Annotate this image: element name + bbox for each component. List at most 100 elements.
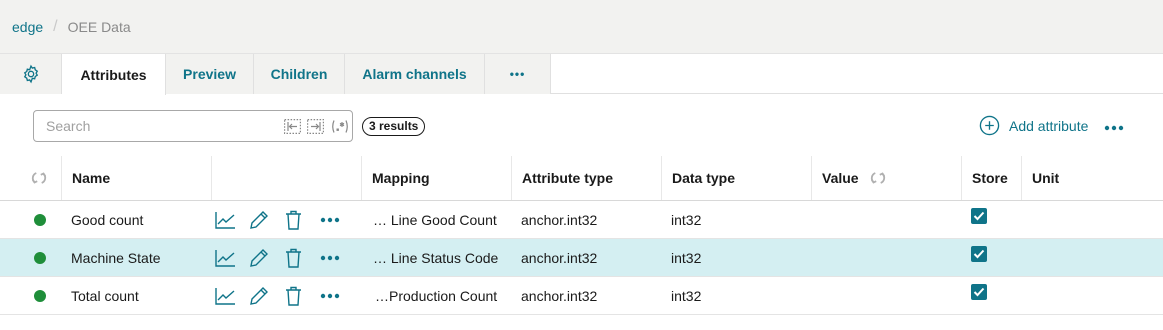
checkbox-checked-icon [971,284,987,300]
status-indicator [34,239,46,276]
more-horizontal-icon [320,217,340,222]
mapping-cell: … Line Good Count [373,201,497,238]
data-type-cell: int32 [671,239,701,276]
breadcrumb: edge / OEE Data [0,0,1163,54]
tab-preview[interactable]: Preview [166,54,254,94]
table-row[interactable]: Machine State … Line Status Code anchor.… [0,239,1163,277]
pencil-icon [250,210,268,229]
mapping-cell: … Line Status Code [373,239,498,276]
table-row[interactable]: Good count … Line Good Count anchor.int3… [0,201,1163,239]
checkbox-checked-icon [971,246,987,262]
attribute-type-cell: anchor.int32 [521,277,597,314]
column-header-value-label[interactable]: Value [822,170,859,186]
add-attribute-button[interactable]: Add attribute [979,115,1088,136]
trash-icon [286,286,301,306]
attribute-type-cell: anchor.int32 [521,239,597,276]
refresh-status-button[interactable] [30,156,61,200]
regex-icon[interactable] [331,119,349,137]
attribute-name-cell: Good count [71,201,143,238]
edit-button[interactable] [249,201,269,238]
mapping-value: … Line Good Count [373,211,497,228]
column-header-value: Value [811,156,961,200]
status-indicator [34,201,46,238]
edit-button[interactable] [249,239,269,276]
chart-button[interactable] [215,277,236,314]
column-header-mapping[interactable]: Mapping [361,156,511,200]
status-dot [34,289,46,302]
store-checkbox[interactable] [971,277,987,314]
breadcrumb-root-link[interactable]: edge [12,19,43,35]
search-box [33,110,353,142]
table-header: Name Mapping Attribute type Data type Va… [0,156,1163,201]
attribute-type-value: anchor.int32 [521,249,598,266]
mapping-value: …Production Count [375,287,498,304]
trash-icon [286,248,301,268]
attribute-type-value: anchor.int32 [521,211,598,228]
more-horizontal-icon [320,293,340,298]
tab-bar: Attributes Preview Children Alarm channe… [0,54,1163,95]
tab-alarm-channels[interactable]: Alarm channels [345,54,485,94]
add-attribute-label: Add attribute [1009,117,1089,134]
data-type-cell: int32 [671,277,701,314]
mapping-value: … Line Status Code [373,249,499,266]
data-type-value: int32 [671,287,702,304]
add-circle-icon [979,115,1000,136]
pencil-icon [250,286,268,305]
chart-button[interactable] [215,239,236,276]
attribute-name-cell: Total count [71,277,139,314]
data-type-value: int32 [671,249,702,266]
delete-button[interactable] [285,277,302,314]
more-horizontal-icon [1104,125,1124,131]
data-type-value: int32 [671,211,702,228]
column-header-unit[interactable]: Unit [1021,156,1163,200]
checkbox-checked-icon [971,208,987,224]
expand-right-icon[interactable] [307,119,325,137]
column-header-store[interactable]: Store [961,156,1021,200]
attribute-name: Total count [71,287,139,304]
attribute-type-cell: anchor.int32 [521,201,597,238]
column-header-actions [211,156,361,200]
collapse-left-icon[interactable] [284,119,302,137]
refresh-icon [870,172,885,184]
breadcrumb-separator: / [53,17,58,35]
attributes-table: Name Mapping Attribute type Data type Va… [0,156,1163,315]
tab-settings[interactable] [0,54,62,94]
attribute-type-value: anchor.int32 [521,287,598,304]
trash-icon [286,210,301,230]
tab-children[interactable]: Children [254,54,345,94]
attribute-name: Machine State [71,249,161,266]
column-header-data-type[interactable]: Data type [661,156,811,200]
table-row[interactable]: Total count …Production Count anchor.int… [0,277,1163,315]
row-more-button[interactable] [320,239,340,276]
status-indicator [34,277,46,314]
column-header-name[interactable]: Name [61,156,211,200]
delete-button[interactable] [285,201,302,238]
refresh-icon [31,172,47,184]
attribute-name-cell: Machine State [71,239,161,276]
refresh-values-button[interactable] [869,169,887,187]
column-header-attribute-type[interactable]: Attribute type [511,156,661,200]
row-more-button[interactable] [320,277,340,314]
store-checkbox[interactable] [971,239,987,276]
search-input[interactable] [46,118,266,134]
toolbar-more-button[interactable] [1104,118,1124,134]
gear-icon [23,64,38,84]
more-horizontal-icon [320,255,340,260]
pencil-icon [250,248,268,267]
chart-icon [215,249,235,267]
row-more-button[interactable] [320,201,340,238]
status-dot [34,251,46,264]
store-checkbox[interactable] [971,201,987,238]
chart-icon [215,287,235,305]
attribute-name: Good count [71,211,144,228]
data-type-cell: int32 [671,201,701,238]
chart-icon [215,211,235,229]
edit-button[interactable] [249,277,269,314]
tab-more[interactable]: ••• [485,54,551,94]
delete-button[interactable] [285,239,302,276]
chart-button[interactable] [215,201,236,238]
mapping-cell: …Production Count [375,277,497,314]
toolbar: 3 results Add attribute [0,94,1163,156]
status-dot [34,213,46,226]
tab-attributes[interactable]: Attributes [62,54,166,95]
